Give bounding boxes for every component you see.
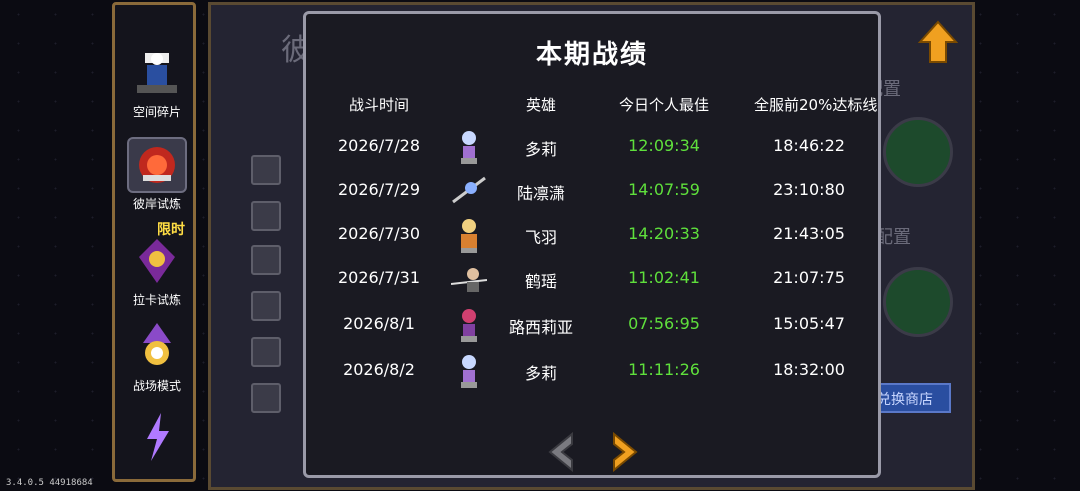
- table-row: 2026/7/30 飞羽 14:20:33 21:43:05: [306, 212, 878, 256]
- trial-icon: [127, 137, 187, 193]
- version-label: 3.4.0.5 44918684: [6, 478, 93, 488]
- next-page-arrow-icon[interactable]: [610, 431, 640, 476]
- row-personal-best: 14:07:59: [628, 180, 700, 199]
- row-date: 2026/7/31: [337, 268, 421, 287]
- row-date: 2026/8/2: [343, 360, 415, 379]
- row-server-threshold: 18:46:22: [773, 136, 845, 155]
- sidebar-item-label: 战场模式: [132, 379, 181, 393]
- row-date: 2026/8/1: [343, 314, 415, 333]
- laka-trial-icon: [127, 233, 187, 289]
- battlefield-icon: [127, 319, 187, 375]
- row-hero: 多莉: [524, 140, 557, 159]
- mode-sidebar: 空间碎片 彼岸试炼 限时 拉卡试炼 战场模式: [112, 2, 196, 482]
- sidebar-item-battlefield[interactable]: 战场模式: [121, 315, 193, 399]
- item-stat-icon: [251, 383, 281, 413]
- row-personal-best: 11:02:41: [628, 268, 700, 287]
- prev-page-arrow-icon[interactable]: [546, 431, 576, 476]
- row-server-threshold: 15:05:47: [773, 314, 845, 333]
- table-row: 2026/8/2 多莉 11:11:26 18:32:00: [306, 348, 878, 392]
- row-date: 2026/7/28: [337, 136, 421, 155]
- row-personal-best: 11:11:26: [628, 360, 700, 379]
- boot-stat-icon: [251, 245, 281, 275]
- heart-stat-icon: [251, 155, 281, 185]
- sidebar-item-space-fragment[interactable]: 空间碎片: [121, 41, 193, 125]
- row-personal-best: 14:20:33: [628, 224, 700, 243]
- row-hero: 路西莉亚: [508, 318, 573, 337]
- eye-stat-icon: [251, 337, 281, 367]
- row-hero: 鹤瑶: [524, 272, 557, 291]
- header-personal-best: 今日个人最佳: [618, 96, 709, 114]
- row-personal-best: 12:09:34: [628, 136, 700, 155]
- hero-lucilia-icon: [461, 309, 477, 342]
- lightning-icon: [127, 409, 187, 465]
- sword-stat-icon: [251, 291, 281, 321]
- table-row: 2026/8/1 路西莉亚 07:56:95 15:05:47: [306, 302, 878, 346]
- table-header: 战斗时间 英雄 今日个人最佳 全服前20%达标线: [306, 94, 878, 118]
- row-server-threshold: 21:07:75: [773, 268, 845, 287]
- sidebar-item-label: 空间碎片: [132, 105, 181, 119]
- table-row: 2026/7/31 鹤瑶 11:02:41 21:07:75: [306, 256, 878, 300]
- row-date: 2026/7/30: [337, 224, 421, 243]
- header-date: 战斗时间: [348, 96, 409, 114]
- hero-feiyu-icon: [461, 219, 477, 253]
- table-row: 2026/7/29 陆凛潇 14:07:59 23:10:80: [306, 168, 878, 212]
- hero-lu-linxiao-icon: [452, 176, 486, 204]
- power-slot[interactable]: [883, 117, 953, 187]
- row-server-threshold: 23:10:80: [773, 180, 845, 199]
- sidebar-item-trial[interactable]: 彼岸试炼: [121, 133, 193, 217]
- sidebar-item-laka-trial[interactable]: 限时 拉卡试炼: [121, 222, 193, 313]
- header-hero: 英雄: [525, 96, 556, 114]
- row-hero: 陆凛潇: [516, 184, 565, 203]
- battle-record-modal: 本期战绩 战斗时间 英雄 今日个人最佳 全服前20%达标线 2026/7/28 …: [303, 11, 881, 478]
- row-hero: 飞羽: [524, 228, 557, 247]
- sidebar-item-label: 拉卡试炼: [132, 293, 181, 307]
- sidebar-item-label: 彼岸试炼: [132, 197, 181, 211]
- row-hero: 多莉: [524, 364, 557, 383]
- hero-dolly-icon: [461, 131, 477, 164]
- space-fragment-icon: [127, 45, 187, 101]
- upgrade-arrow-icon[interactable]: [917, 20, 959, 63]
- row-server-threshold: 21:43:05: [773, 224, 845, 243]
- skill-slot[interactable]: [883, 267, 953, 337]
- hero-heyao-icon: [451, 268, 487, 292]
- row-server-threshold: 18:32:00: [773, 360, 845, 379]
- table-row: 2026/7/28 多莉 12:09:34 18:46:22: [306, 124, 878, 168]
- modal-title: 本期战绩: [535, 40, 648, 70]
- header-server-threshold: 全服前20%达标线: [754, 96, 878, 114]
- row-personal-best: 07:56:95: [628, 314, 700, 333]
- shield-stat-icon: [251, 201, 281, 231]
- sidebar-item-lightning[interactable]: [121, 405, 193, 489]
- hero-dolly-icon: [461, 355, 477, 388]
- row-date: 2026/7/29: [337, 180, 421, 199]
